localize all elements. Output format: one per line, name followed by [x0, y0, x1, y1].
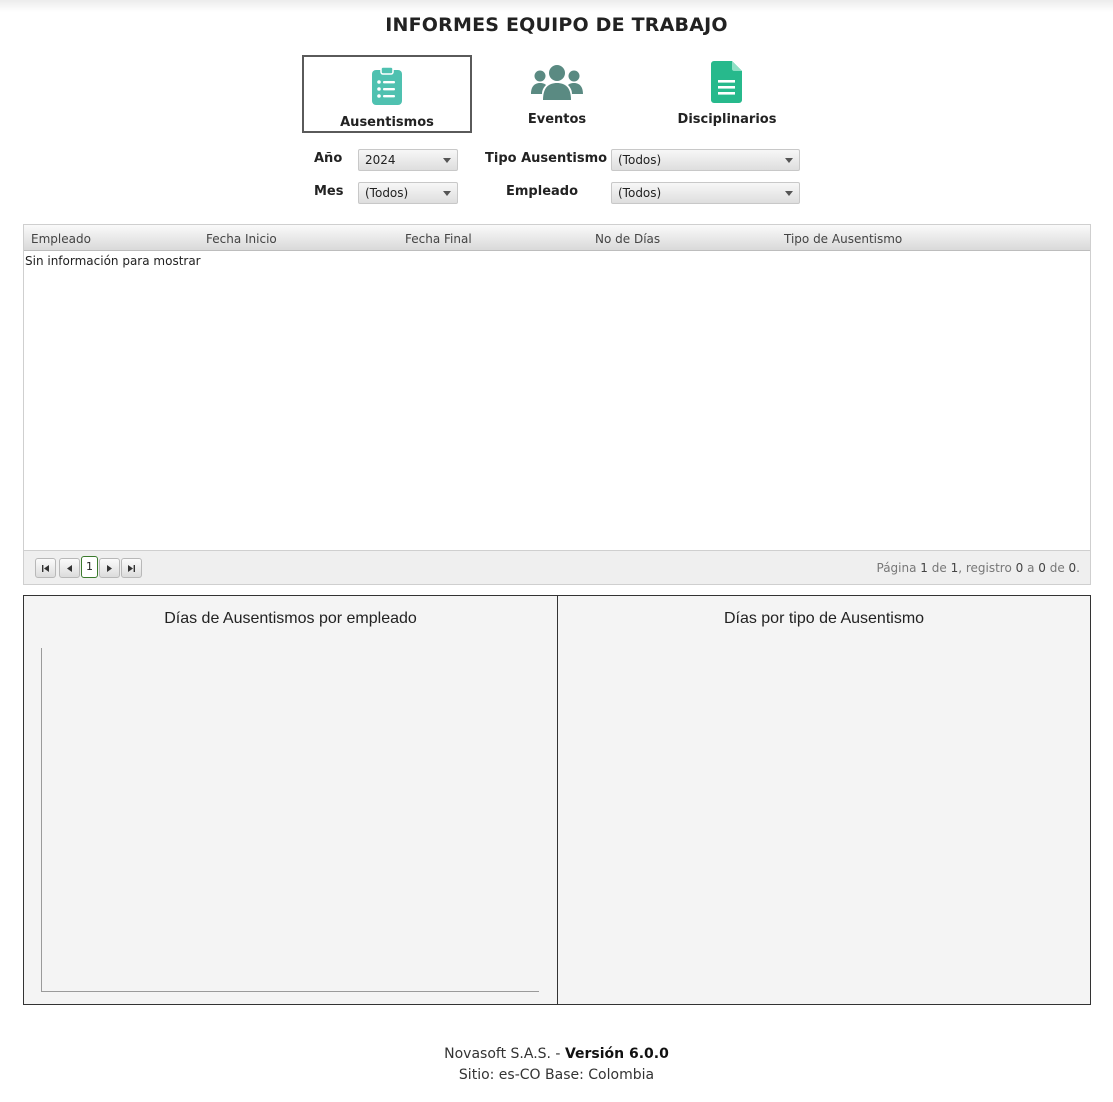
- month-select[interactable]: (Todos): [358, 182, 458, 204]
- next-page-button[interactable]: [99, 558, 120, 578]
- first-page-icon: [42, 565, 49, 572]
- clipboard-list-icon: [372, 66, 402, 105]
- pager-info-record-text: , registro: [958, 561, 1016, 575]
- pager-info-prefix: Página: [876, 561, 921, 575]
- pager-info-to-text: a: [1023, 561, 1039, 575]
- footer-site: Sitio: es-CO Base: Colombia: [458, 1067, 655, 1083]
- pager-info: Página 1 de 1, registro 0 a 0 de 0.: [877, 561, 1081, 575]
- prev-page-button[interactable]: [59, 558, 80, 578]
- current-page-button[interactable]: 1: [81, 556, 98, 578]
- tile-eventos[interactable]: Eventos: [472, 55, 642, 133]
- year-select-value: 2024: [365, 153, 396, 167]
- month-label: Mes: [314, 184, 344, 199]
- grid-pager: 1 Página 1 de 1, registro 0 a 0 de 0.: [24, 550, 1090, 584]
- chart-title-by-type: Días por tipo de Ausentismo: [723, 610, 925, 627]
- tile-ausentismos-label: Ausentismos: [340, 115, 434, 130]
- col-header-fecha-final[interactable]: Fecha Final: [405, 232, 472, 246]
- tile-ausentismos[interactable]: Ausentismos: [302, 55, 472, 133]
- col-header-tipo-ausentismo[interactable]: Tipo de Ausentismo: [784, 232, 902, 246]
- page-title: INFORMES EQUIPO DE TRABAJO: [385, 14, 728, 36]
- pager-info-to: 0: [1038, 561, 1046, 575]
- grid-header: Empleado Fecha Inicio Fecha Final No de …: [24, 225, 1090, 251]
- next-page-icon: [107, 565, 112, 572]
- employee-label: Empleado: [506, 184, 579, 199]
- chevron-down-icon: [785, 191, 793, 196]
- tile-disciplinarios[interactable]: Disciplinarios: [642, 55, 812, 133]
- chart-panel-by-type: Días por tipo de Ausentismo: [557, 595, 1091, 1005]
- year-label: Año: [314, 151, 343, 166]
- last-page-button[interactable]: [121, 558, 142, 578]
- absence-type-select-value: (Todos): [618, 153, 662, 167]
- pager-info-end: .: [1076, 561, 1080, 575]
- last-page-icon: [128, 565, 135, 572]
- bar-chart-by-employee: [41, 648, 539, 992]
- pager-info-total-text: de: [1045, 561, 1069, 575]
- prev-page-icon: [67, 565, 72, 572]
- footer-company: Novasoft S.A.S. -: [444, 1046, 565, 1062]
- col-header-empleado[interactable]: Empleado: [31, 232, 91, 246]
- pager-info-page: 1: [920, 561, 928, 575]
- year-select[interactable]: 2024: [358, 149, 458, 171]
- grid-empty-message: Sin información para mostrar: [25, 254, 201, 268]
- footer-version-line: Novasoft S.A.S. - Versión 6.0.0: [0, 1046, 1113, 1062]
- chart-panel-by-employee: Días de Ausentismos por empleado: [23, 595, 558, 1005]
- chevron-down-icon: [443, 158, 451, 163]
- chevron-down-icon: [443, 191, 451, 196]
- document-icon: [711, 61, 742, 103]
- top-shade: [0, 0, 1113, 12]
- absences-grid: Empleado Fecha Inicio Fecha Final No de …: [23, 224, 1091, 585]
- tile-disciplinarios-label: Disciplinarios: [677, 112, 777, 127]
- pager-info-of: de: [927, 561, 951, 575]
- absence-type-label: Tipo Ausentismo: [485, 151, 608, 166]
- col-header-no-dias[interactable]: No de Días: [595, 232, 660, 246]
- employee-select[interactable]: (Todos): [611, 182, 800, 204]
- tile-eventos-label: Eventos: [527, 112, 587, 127]
- first-page-button[interactable]: [35, 558, 56, 578]
- col-header-fecha-inicio[interactable]: Fecha Inicio: [206, 232, 277, 246]
- employee-select-value: (Todos): [618, 186, 662, 200]
- chevron-down-icon: [785, 158, 793, 163]
- users-icon: [531, 65, 583, 100]
- month-select-value: (Todos): [365, 186, 409, 200]
- footer-version: Versión 6.0.0: [564, 1046, 669, 1062]
- absence-type-select[interactable]: (Todos): [611, 149, 800, 171]
